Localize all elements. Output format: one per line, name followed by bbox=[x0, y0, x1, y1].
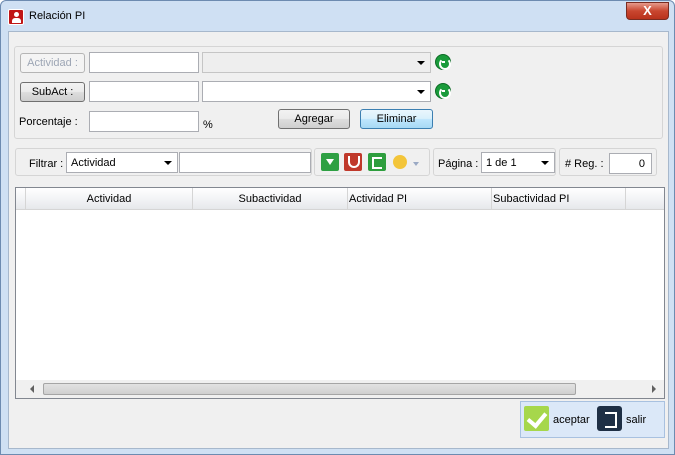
pagina-select[interactable]: 1 de 1 bbox=[481, 152, 555, 173]
subact-code-input[interactable] bbox=[89, 81, 199, 102]
record-count-panel: # Reg. : 0 bbox=[559, 148, 657, 176]
magnet-icon[interactable] bbox=[344, 153, 362, 171]
eliminar-button[interactable]: Eliminar bbox=[360, 109, 433, 129]
filter-field-select[interactable]: Actividad bbox=[66, 152, 178, 173]
porcentaje-label: Porcentaje : bbox=[19, 116, 78, 128]
chevron-down-icon bbox=[417, 61, 425, 65]
bulb-icon[interactable] bbox=[393, 155, 407, 169]
window: Relación PI X Actividad : SubAct : Porce… bbox=[0, 0, 675, 455]
download-filter-icon[interactable] bbox=[321, 153, 339, 171]
refresh-icon[interactable] bbox=[435, 54, 451, 70]
action-bar: aceptar salir bbox=[520, 401, 665, 438]
export-icon[interactable] bbox=[368, 153, 386, 171]
chevron-down-icon[interactable] bbox=[413, 162, 419, 166]
filter-search-input[interactable] bbox=[179, 152, 311, 173]
column-header-subactividad[interactable]: Subactividad bbox=[193, 188, 348, 210]
form-panel: Actividad : SubAct : Porcentaje : % Agre… bbox=[14, 46, 663, 139]
scroll-right-icon[interactable] bbox=[652, 385, 656, 393]
subact-button[interactable]: SubAct : bbox=[20, 82, 85, 102]
column-header-actividad[interactable]: Actividad bbox=[26, 188, 193, 210]
grid-header: Actividad Subactividad Actividad PI Suba… bbox=[16, 188, 664, 210]
chevron-down-icon bbox=[417, 90, 425, 94]
actividad-code-input[interactable] bbox=[89, 52, 199, 73]
window-title: Relación PI bbox=[29, 10, 86, 22]
pagina-value: 1 de 1 bbox=[486, 157, 517, 169]
subact-select[interactable] bbox=[202, 81, 431, 102]
reg-count-field: 0 bbox=[609, 153, 652, 174]
chevron-down-icon bbox=[541, 161, 549, 165]
column-header-actividad-pi[interactable]: Actividad PI bbox=[348, 188, 492, 210]
filter-toolbar bbox=[314, 148, 430, 176]
refresh-icon[interactable] bbox=[435, 83, 451, 99]
app-icon bbox=[8, 9, 24, 25]
actividad-button[interactable]: Actividad : bbox=[20, 53, 85, 73]
exit-button[interactable]: salir bbox=[626, 414, 646, 426]
column-header-subactividad-pi[interactable]: Subactividad PI bbox=[492, 188, 626, 210]
chevron-down-icon bbox=[164, 161, 172, 165]
check-icon[interactable] bbox=[524, 406, 549, 431]
scroll-left-icon[interactable] bbox=[30, 385, 34, 393]
horizontal-scrollbar[interactable] bbox=[16, 380, 664, 398]
filter-label: Filtrar : bbox=[29, 158, 64, 170]
percent-symbol: % bbox=[203, 119, 213, 131]
accept-button[interactable]: aceptar bbox=[553, 414, 590, 426]
row-header-corner bbox=[16, 188, 26, 210]
filter-field-value: Actividad bbox=[71, 157, 116, 169]
porcentaje-input[interactable] bbox=[89, 111, 199, 132]
reg-label: # Reg. : bbox=[565, 158, 604, 170]
agregar-button[interactable]: Agregar bbox=[278, 109, 350, 129]
pagination-panel: Página : 1 de 1 bbox=[433, 148, 556, 176]
filter-panel: Filtrar : Actividad bbox=[15, 148, 312, 176]
title-bar: Relación PI X bbox=[1, 1, 674, 31]
close-button[interactable]: X bbox=[626, 2, 669, 20]
relation-grid[interactable]: Actividad Subactividad Actividad PI Suba… bbox=[15, 187, 665, 399]
actividad-select[interactable] bbox=[202, 52, 431, 73]
pagina-label: Página : bbox=[438, 158, 479, 170]
exit-door-icon[interactable] bbox=[597, 406, 622, 431]
scrollbar-thumb[interactable] bbox=[43, 383, 576, 395]
client-area: Actividad : SubAct : Porcentaje : % Agre… bbox=[8, 31, 669, 449]
reg-count-value: 0 bbox=[638, 158, 645, 170]
